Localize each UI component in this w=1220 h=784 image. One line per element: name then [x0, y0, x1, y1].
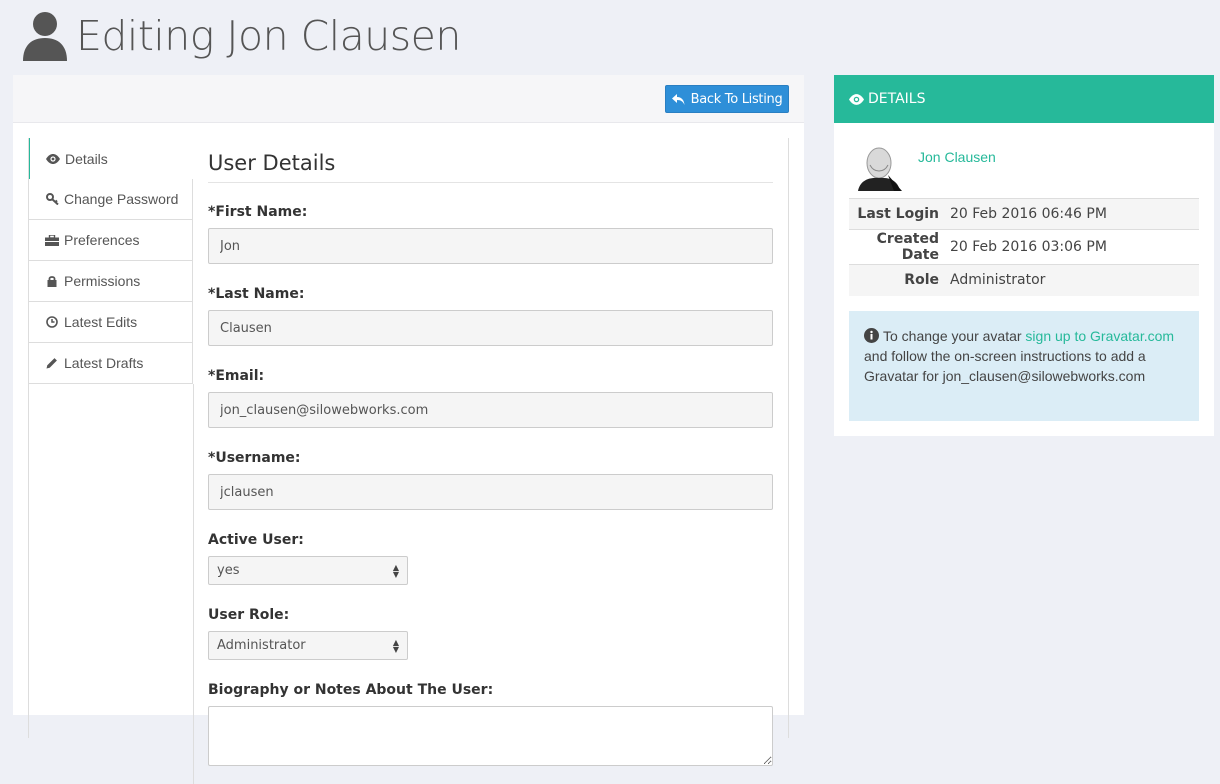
eye-icon: [46, 153, 60, 164]
email-input[interactable]: [208, 392, 773, 428]
tabs-container: Details Change Password Preferences Perm…: [28, 138, 789, 784]
last-name-label: *Last Name:: [208, 286, 305, 302]
form-title: User Details: [208, 151, 773, 183]
page-header: Editing Jon Clausen: [22, 8, 461, 64]
profile-name-link[interactable]: Jon Clausen: [918, 149, 996, 165]
page-title: Editing Jon Clausen: [76, 12, 461, 60]
biography-label: Biography or Notes About The User:: [208, 682, 494, 698]
gravatar-signup-link[interactable]: sign up to Gravatar.com: [1025, 328, 1174, 344]
clock-icon: [45, 316, 59, 328]
details-header-label: DETAILS: [868, 91, 926, 107]
avatar-note-suffix: and follow the on-screen instructions to…: [864, 348, 1146, 384]
info-icon: [864, 328, 879, 343]
select-arrows-icon: ▲ ▼: [392, 562, 399, 579]
first-name-input[interactable]: [208, 228, 773, 264]
tab-preferences[interactable]: Preferences: [28, 220, 192, 261]
back-to-listing-button[interactable]: Back To Listing: [665, 85, 789, 113]
row-value: Administrator: [950, 272, 1046, 289]
avatar-info-alert: To change your avatar sign up to Gravata…: [849, 311, 1199, 421]
tab-label: Preferences: [64, 232, 140, 248]
user-role-select[interactable]: Administrator ▲ ▼: [208, 631, 408, 660]
tab-change-password[interactable]: Change Password: [28, 179, 192, 220]
user-info-table: Last Login 20 Feb 2016 06:46 PM Created …: [849, 198, 1199, 296]
details-header: DETAILS: [834, 75, 1214, 123]
tab-latest-edits[interactable]: Latest Edits: [28, 302, 192, 343]
table-row: Role Administrator: [849, 264, 1199, 296]
briefcase-icon: [45, 234, 59, 246]
username-input[interactable]: [208, 474, 773, 510]
table-row: Created Date 20 Feb 2016 03:06 PM: [849, 229, 1199, 265]
tabs-left-border: [28, 138, 29, 738]
select-arrows-icon: ▲ ▼: [392, 637, 399, 654]
tab-label: Latest Edits: [64, 314, 138, 330]
user-role-value: Administrator: [217, 638, 306, 653]
row-key: Created Date: [876, 231, 939, 263]
user-icon: [23, 12, 67, 61]
tab-label: Permissions: [64, 273, 141, 289]
profile-row: Jon Clausen: [849, 145, 996, 191]
email-label: *Email:: [208, 368, 265, 384]
panel-toolbar: Back To Listing: [13, 75, 804, 123]
tabs-divider: [193, 384, 194, 784]
tab-permissions[interactable]: Permissions: [28, 261, 192, 302]
username-label: *Username:: [208, 450, 301, 466]
biography-textarea[interactable]: [208, 706, 773, 766]
reply-icon: [671, 93, 685, 105]
main-panel: Back To Listing Details Change Password: [13, 75, 804, 784]
row-key: Last Login: [857, 206, 939, 222]
avatar-note-prefix: To change your avatar: [883, 328, 1026, 344]
key-icon: [45, 193, 59, 205]
active-user-value: yes: [217, 563, 240, 578]
tab-latest-drafts[interactable]: Latest Drafts: [28, 343, 192, 384]
details-panel: DETAILS Jon Clausen Last Login 20 Feb 20…: [834, 75, 1214, 436]
row-value: 20 Feb 2016 06:46 PM: [950, 206, 1107, 222]
user-role-label: User Role:: [208, 607, 290, 623]
last-name-input[interactable]: [208, 310, 773, 346]
tab-details[interactable]: Details: [28, 138, 193, 179]
table-row: Last Login 20 Feb 2016 06:46 PM: [849, 198, 1199, 230]
back-button-label: Back To Listing: [690, 91, 783, 107]
tab-label: Details: [65, 150, 108, 167]
pencil-icon: [45, 357, 59, 369]
tab-label: Latest Drafts: [64, 355, 144, 371]
lock-icon: [45, 275, 59, 287]
avatar: [858, 145, 904, 191]
tab-label: Change Password: [64, 191, 179, 207]
side-tabs: Details Change Password Preferences Perm…: [28, 138, 193, 384]
user-details-form: User Details *First Name: *Last Name: *E…: [208, 151, 773, 771]
first-name-label: *First Name:: [208, 204, 308, 220]
active-user-select[interactable]: yes ▲ ▼: [208, 556, 408, 585]
row-value: 20 Feb 2016 03:06 PM: [950, 239, 1107, 255]
active-user-label: Active User:: [208, 532, 304, 548]
row-key: Role: [904, 272, 939, 289]
eye-icon: [849, 93, 864, 105]
